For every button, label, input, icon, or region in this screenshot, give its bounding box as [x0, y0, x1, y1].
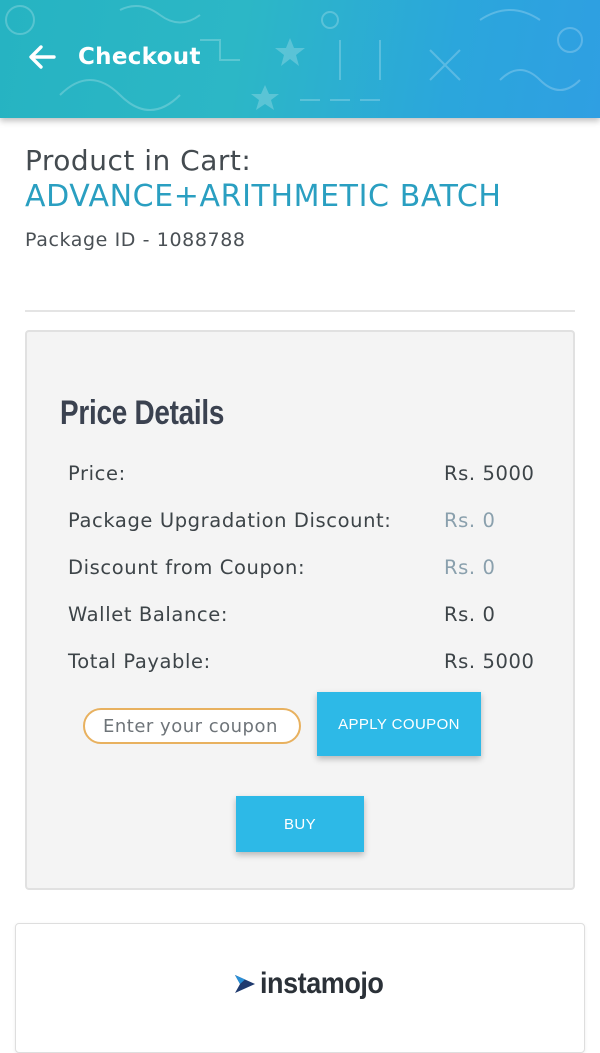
product-summary: Product in Cart: ADVANCE+ARITHMETIC BATC… [25, 143, 575, 251]
price-row-wallet-balance: Wallet Balance: Rs. 0 [68, 603, 534, 633]
price-row-label: Package Upgradation Discount: [68, 509, 392, 532]
product-name: ADVANCE+ARITHMETIC BATCH [25, 179, 502, 214]
price-row-label: Price: [68, 462, 126, 485]
price-row-price: Price: Rs. 5000 [68, 462, 534, 492]
instamojo-logo-icon [235, 975, 255, 993]
price-row-label: Discount from Coupon: [68, 556, 306, 579]
buy-button[interactable]: BUY [236, 796, 364, 852]
price-row-value: Rs. 0 [444, 509, 496, 532]
app-header: Checkout [0, 0, 600, 118]
price-details-heading: Price Details [60, 394, 225, 432]
coupon-input[interactable] [83, 708, 301, 744]
product-label: Product in Cart: [25, 144, 252, 177]
page-title: Checkout [78, 44, 201, 70]
price-row-value: Rs. 5000 [444, 650, 535, 673]
price-row-value: Rs. 5000 [444, 462, 535, 485]
apply-coupon-button[interactable]: APPLY COUPON [317, 692, 481, 756]
price-row-value: Rs. 0 [444, 556, 496, 579]
instamojo-logo: instamojo [234, 964, 397, 1004]
price-row-coupon-discount: Discount from Coupon: Rs. 0 [68, 556, 534, 586]
back-arrow-icon[interactable] [26, 41, 58, 73]
package-id: Package ID - 1088788 [25, 229, 246, 251]
payment-provider-name: instamojo [260, 967, 384, 1000]
price-row-label: Total Payable: [68, 650, 211, 673]
price-details-card: Price Details Price: Rs. 5000 Package Up… [25, 330, 575, 890]
section-divider [25, 310, 575, 312]
price-row-total-payable: Total Payable: Rs. 5000 [68, 650, 534, 680]
price-row-label: Wallet Balance: [68, 603, 229, 626]
price-row-value: Rs. 0 [444, 603, 496, 626]
price-row-upgrade-discount: Package Upgradation Discount: Rs. 0 [68, 509, 534, 539]
